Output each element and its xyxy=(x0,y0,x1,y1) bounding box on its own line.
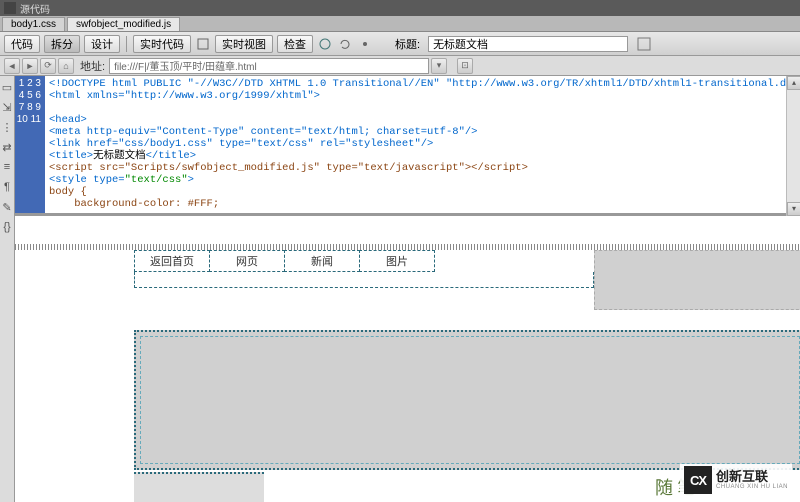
nav-item-home[interactable]: 返回首页 xyxy=(134,250,210,272)
scroll-down-button[interactable]: ▾ xyxy=(787,202,800,216)
scroll-up-button[interactable]: ▴ xyxy=(787,76,800,90)
nav-item-web[interactable]: 网页 xyxy=(209,250,285,272)
options-icon[interactable] xyxy=(357,36,373,52)
watermark: CX 创新互联 CHUANG XIN HU LIAN xyxy=(680,464,792,496)
watermark-cn: 创新互联 xyxy=(716,470,788,484)
code-text[interactable]: <!DOCTYPE html PUBLIC "-//W3C//DTD XHTML… xyxy=(45,76,800,213)
tool-indent-icon[interactable]: ≡ xyxy=(0,160,14,174)
main-area: ▭ ⇲ ⋮ ⇄ ≡ ¶ ✎ {} 1 2 3 4 5 6 7 8 9 10 11… xyxy=(0,76,800,502)
document-tab-strip: body1.css swfobject_modified.js xyxy=(0,16,800,32)
view-toolbar: 代码 拆分 设计 实时代码 实时视图 检查 标题: xyxy=(0,32,800,56)
tool-balance-icon[interactable]: ⇄ xyxy=(0,140,14,154)
doc-tab-js[interactable]: swfobject_modified.js xyxy=(67,17,180,31)
globe-icon[interactable] xyxy=(317,36,333,52)
design-preview-pane[interactable]: 返回首页 网页 新闻 图片 随 笔 xyxy=(15,216,800,502)
preview-main-inner xyxy=(140,336,800,464)
nav-home-button[interactable]: ⌂ xyxy=(58,58,74,74)
address-toolbar: ◄ ► ⟳ ⌂ 地址: ▾ ⊡ xyxy=(0,56,800,76)
nav-item-news[interactable]: 新闻 xyxy=(284,250,360,272)
title-bar-label: 源代码 xyxy=(20,1,50,16)
preview-main-panel xyxy=(134,330,800,470)
live-code-button[interactable]: 实时代码 xyxy=(133,35,191,53)
inspect-button[interactable]: 检查 xyxy=(277,35,313,53)
address-go-button[interactable]: ⊡ xyxy=(457,58,473,74)
tool-collapse-icon[interactable]: ⋮ xyxy=(0,120,14,134)
app-window: 源代码 body1.css swfobject_modified.js 代码 拆… xyxy=(0,0,800,502)
address-input[interactable] xyxy=(109,58,429,74)
live-code-toggle-icon[interactable] xyxy=(195,36,211,52)
code-view-button[interactable]: 代码 xyxy=(4,35,40,53)
page-title-input[interactable] xyxy=(428,36,628,52)
tool-select-icon[interactable]: ▭ xyxy=(0,80,14,94)
address-dropdown-button[interactable]: ▾ xyxy=(431,58,447,74)
code-editor-pane[interactable]: 1 2 3 4 5 6 7 8 9 10 11 <!DOCTYPE html P… xyxy=(15,76,800,216)
title-options-icon[interactable] xyxy=(636,36,652,52)
preview-side-panel xyxy=(594,250,800,310)
separator xyxy=(126,36,127,52)
nav-item-image[interactable]: 图片 xyxy=(359,250,435,272)
tool-snippet-icon[interactable]: {} xyxy=(0,220,14,234)
title-bar: 源代码 xyxy=(0,0,800,16)
app-icon xyxy=(4,2,16,14)
split-view-button[interactable]: 拆分 xyxy=(44,35,80,53)
watermark-logo: CX xyxy=(684,466,712,494)
title-label: 标题: xyxy=(395,36,420,52)
code-scrollbar[interactable]: ▴ ▾ xyxy=(786,76,800,216)
tool-comment-icon[interactable]: ✎ xyxy=(0,200,14,214)
preview-banner-slot xyxy=(134,272,594,288)
nav-forward-button[interactable]: ► xyxy=(22,58,38,74)
refresh-icon[interactable] xyxy=(337,36,353,52)
address-label: 地址: xyxy=(80,58,105,74)
watermark-text: 创新互联 CHUANG XIN HU LIAN xyxy=(716,470,788,491)
line-gutter: 1 2 3 4 5 6 7 8 9 10 11 xyxy=(15,76,45,213)
split-content: 1 2 3 4 5 6 7 8 9 10 11 <!DOCTYPE html P… xyxy=(15,76,800,502)
tool-expand-icon[interactable]: ⇲ xyxy=(0,100,14,114)
watermark-en: CHUANG XIN HU LIAN xyxy=(716,484,788,491)
preview-footer-left xyxy=(134,472,264,502)
nav-refresh-button[interactable]: ⟳ xyxy=(40,58,56,74)
live-view-button[interactable]: 实时视图 xyxy=(215,35,273,53)
doc-tab-css[interactable]: body1.css xyxy=(2,17,65,31)
nav-back-button[interactable]: ◄ xyxy=(4,58,20,74)
code-tools-sidebar: ▭ ⇲ ⋮ ⇄ ≡ ¶ ✎ {} xyxy=(0,76,15,502)
design-view-button[interactable]: 设计 xyxy=(84,35,120,53)
tool-format-icon[interactable]: ¶ xyxy=(0,180,14,194)
